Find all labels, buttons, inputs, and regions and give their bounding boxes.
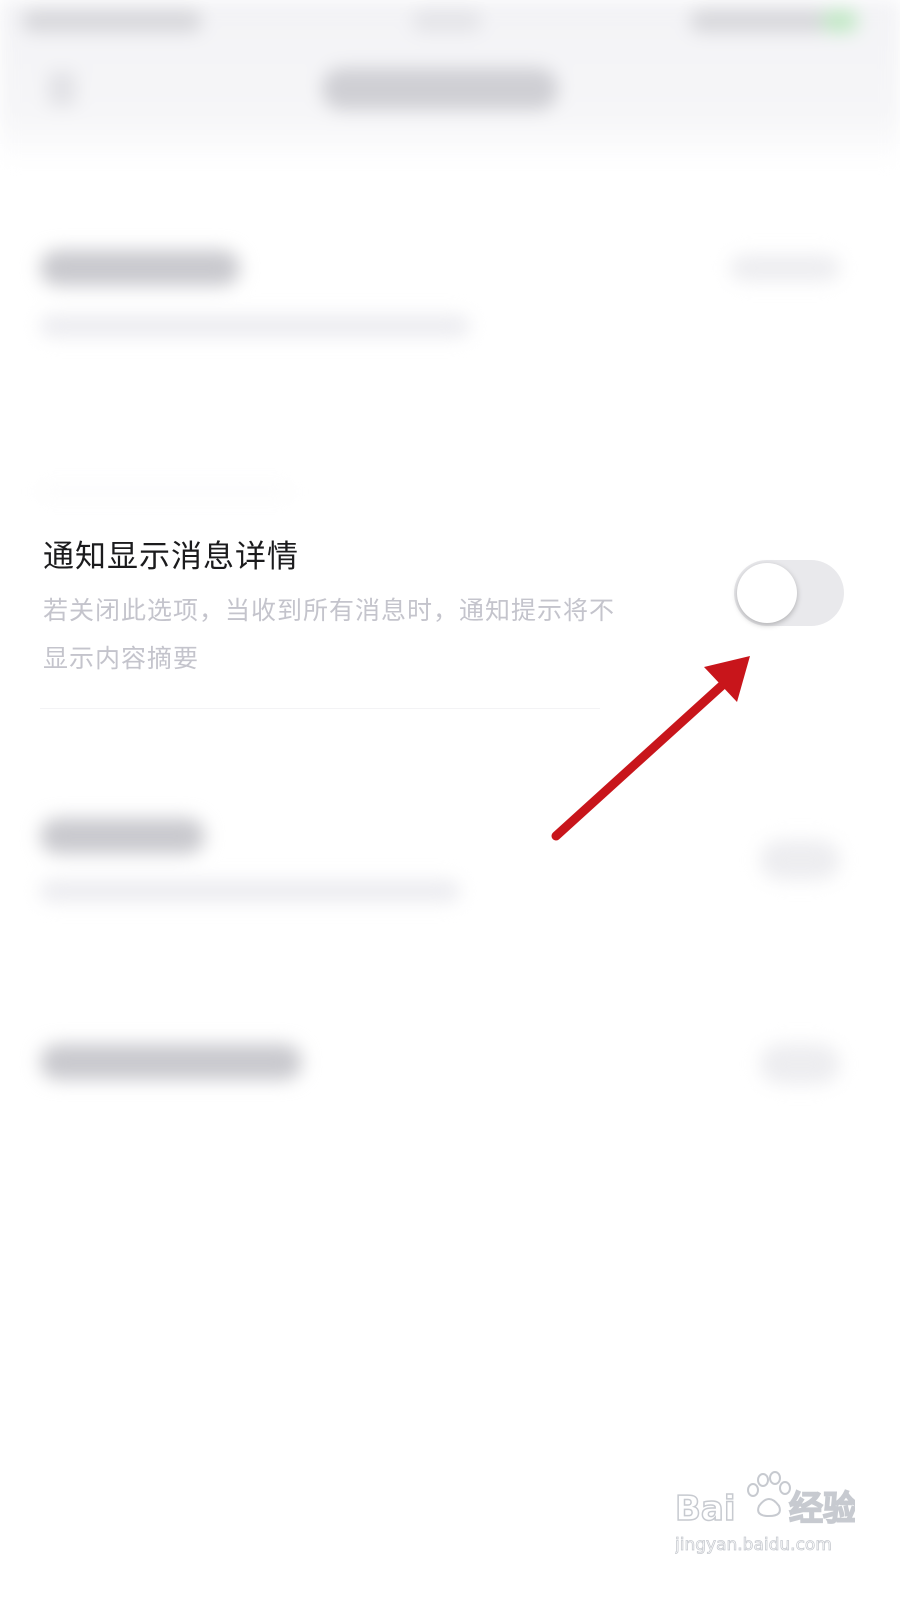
back-icon[interactable] [48,72,76,106]
svg-text:经验: 经验 [789,1489,855,1529]
status-icons-blurred [690,10,830,32]
row-divider [40,708,600,709]
blurred-setting-row-3[interactable] [0,1020,900,1140]
svg-text:jingyan.baidu.com: jingyan.baidu.com [675,1535,832,1555]
notification-detail-toggle[interactable] [734,560,844,626]
toggle-knob [737,563,797,623]
status-time-blurred [22,10,202,32]
blurred-header [0,0,900,165]
screen: 通知显示消息详情 若关闭此选项，当收到所有消息时，通知提示将不 显示内容摘要 B… [0,0,900,1600]
notification-detail-setting-row: 通知显示消息详情 若关闭此选项，当收到所有消息时，通知提示将不 显示内容摘要 [0,515,900,710]
svg-text:Bai: Bai [675,1489,736,1529]
setting-title: 通知显示消息详情 [43,539,299,575]
page-title-blurred [322,68,558,110]
status-notch-blurred [412,10,482,32]
blurred-setting-row-1[interactable] [0,220,900,380]
setting-description-line: 显示内容摘要 [43,644,200,673]
baidu-jingyan-watermark: Bai 经验 jingyan.baidu.com [674,1470,858,1555]
setting-description-line: 若关闭此选项，当收到所有消息时，通知提示将不 [43,596,616,625]
blurred-setting-row-2[interactable] [0,790,900,950]
section-divider [40,490,290,493]
battery-icon [822,10,858,32]
setting-description: 若关闭此选项，当收到所有消息时，通知提示将不 显示内容摘要 [43,587,683,683]
